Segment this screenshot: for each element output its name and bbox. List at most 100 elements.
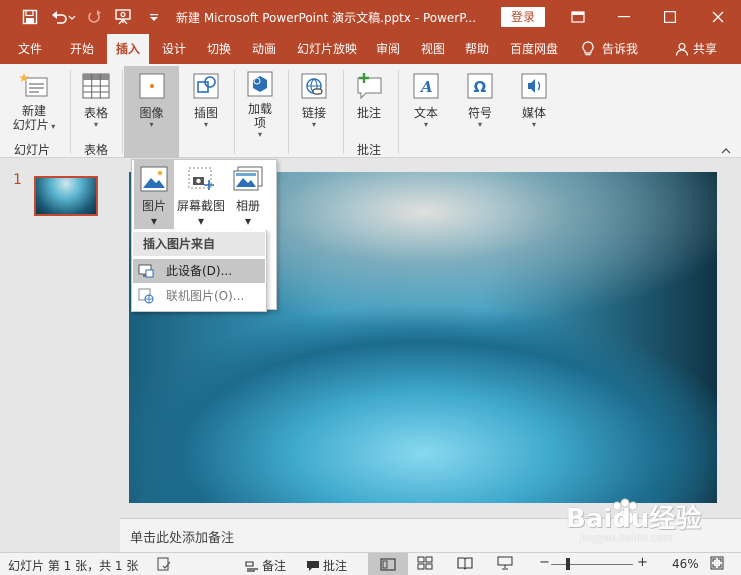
symbols-label: 符号 [467, 106, 492, 120]
redo-icon[interactable] [84, 7, 104, 27]
table-label: 表格 [83, 106, 108, 120]
addins-label: 加载 项 [247, 102, 272, 130]
zoom-slider-track[interactable] [551, 564, 633, 565]
status-bar: 幻灯片 第 1 张，共 1 张 备注 批注 − + 46% [0, 552, 741, 575]
tell-me-search[interactable]: 告诉我 [573, 34, 647, 64]
share-button[interactable]: 共享 [668, 34, 724, 64]
ribbon-separator [234, 70, 235, 154]
tab-file[interactable]: 文件 [8, 34, 52, 64]
ribbon-tab-bar: 文件 开始 插入 设计 切换 动画 幻灯片放映 审阅 视图 帮助 百度网盘 告诉… [0, 34, 741, 64]
images-button[interactable]: 图像 ▾ [124, 66, 179, 158]
collapse-ribbon-icon[interactable] [721, 146, 731, 157]
watermark-brand: Baidu经验 [566, 504, 702, 534]
tab-transitions[interactable]: 切换 [197, 34, 241, 64]
title-bar: 新建 Microsoft PowerPoint 演示文稿.pptx - Powe… [0, 0, 741, 34]
chevron-down-icon: ▾ [197, 214, 205, 228]
comment-icon [307, 560, 319, 571]
minimize-icon[interactable] [601, 0, 647, 34]
chevron-down-icon: ▾ [150, 214, 158, 228]
chevron-down-icon: ▾ [149, 120, 154, 129]
pictures-button[interactable]: 图片 ▾ [134, 160, 174, 229]
tab-design[interactable]: 设计 [152, 34, 196, 64]
photo-album-icon [233, 166, 263, 195]
media-button[interactable]: 媒体 ▾ [512, 68, 556, 138]
tell-me-label: 告诉我 [601, 42, 638, 56]
photo-album-button[interactable]: 相册 ▾ [229, 160, 267, 229]
table-icon [80, 70, 112, 102]
this-device-label: 此设备(D)... [166, 264, 233, 278]
comments-toggle-button[interactable]: 批注 [306, 557, 347, 574]
ribbon-separator [288, 70, 289, 154]
save-icon[interactable] [20, 7, 40, 27]
spellcheck-icon[interactable] [156, 556, 174, 572]
picture-icon [140, 166, 168, 195]
customize-toolbar-icon[interactable] [144, 7, 164, 27]
speaker-icon [518, 70, 550, 102]
ribbon-display-options-icon[interactable] [555, 0, 601, 34]
table-button[interactable]: 表格 ▾ [74, 68, 118, 138]
comment-label: 批注 [356, 106, 381, 120]
ribbon-separator [343, 70, 344, 154]
slide-thumbnail[interactable] [34, 176, 98, 216]
ribbon-insert: 新建 幻灯片 ▾ 幻灯片 表格 ▾ 表格 图像 ▾ 插图 ▾ 加载 项 ▾ 链接… [0, 64, 741, 158]
comments-toggle-label: 批注 [323, 559, 348, 573]
new-slide-button[interactable]: 新建 幻灯片 ▾ [6, 68, 62, 138]
undo-icon[interactable] [48, 7, 78, 27]
chevron-down-icon: ▾ [477, 120, 482, 129]
zoom-in-button[interactable]: + [637, 555, 648, 570]
chevron-down-icon: ▾ [311, 120, 316, 129]
new-slide-icon [18, 70, 50, 102]
images-label: 图像 [139, 106, 164, 120]
tab-help[interactable]: 帮助 [457, 34, 497, 64]
menu-item-online-pictures[interactable]: 联机图片(O)... [133, 284, 265, 308]
illustrations-button[interactable]: 插图 ▾ [184, 68, 228, 138]
link-icon [298, 70, 330, 102]
slide-count: 幻灯片 第 1 张，共 1 张 [8, 559, 139, 573]
tab-slideshow[interactable]: 幻灯片放映 [289, 34, 365, 64]
text-button[interactable]: A 文本 ▾ [404, 68, 448, 138]
slide-sorter-icon[interactable] [417, 556, 435, 572]
notes-icon [245, 560, 258, 572]
symbols-button[interactable]: Ω 符号 ▾ [458, 68, 502, 138]
tab-view[interactable]: 视图 [413, 34, 453, 64]
menu-item-this-device[interactable]: 此设备(D)... [133, 259, 265, 283]
zoom-out-button[interactable]: − [539, 555, 550, 570]
notes-placeholder: 单击此处添加备注 [130, 531, 235, 546]
chevron-down-icon: ▾ [257, 130, 262, 139]
addins-button[interactable]: 加载 项 ▾ [238, 68, 282, 139]
tab-review[interactable]: 审阅 [368, 34, 408, 64]
normal-view-button[interactable] [368, 553, 408, 575]
screenshot-button[interactable]: 屏幕截图 ▾ [176, 160, 226, 229]
maximize-icon[interactable] [647, 0, 693, 34]
links-button[interactable]: 链接 ▾ [292, 68, 336, 138]
comment-icon [353, 70, 385, 102]
ribbon-separator [122, 70, 123, 154]
zoom-level[interactable]: 46% [672, 557, 699, 571]
photo-album-label: 相册 [235, 199, 260, 213]
lightbulb-icon [582, 41, 594, 56]
notes-toggle-label: 备注 [262, 559, 287, 573]
tab-baidu-netdisk[interactable]: 百度网盘 [503, 34, 565, 64]
slideshow-view-icon[interactable] [497, 556, 515, 572]
window-title: 新建 Microsoft PowerPoint 演示文稿.pptx - Powe… [176, 11, 477, 25]
notes-toggle-button[interactable]: 备注 [245, 557, 286, 574]
login-button[interactable]: 登录 [501, 7, 545, 27]
baidu-jingyan-watermark: Baidu经验 jingyan.baidu.com [566, 494, 734, 550]
reading-view-icon[interactable] [457, 556, 475, 572]
tab-insert[interactable]: 插入 [107, 34, 149, 64]
close-icon[interactable] [695, 0, 741, 34]
computer-icon [138, 264, 154, 278]
start-slideshow-icon[interactable] [113, 7, 133, 27]
links-label: 链接 [301, 106, 326, 120]
new-comment-button[interactable]: 批注 [346, 68, 392, 138]
zoom-slider-thumb[interactable] [566, 558, 570, 570]
tab-animations[interactable]: 动画 [242, 34, 286, 64]
insert-picture-from-header: 插入图片来自 [133, 232, 265, 256]
chevron-down-icon: ▾ [531, 120, 536, 129]
share-label: 共享 [692, 42, 717, 56]
fit-to-window-icon[interactable] [710, 556, 728, 572]
svg-text:Ω: Ω [474, 78, 487, 96]
tab-home[interactable]: 开始 [60, 34, 104, 64]
text-icon: A [410, 70, 442, 102]
pictures-label: 图片 [141, 199, 166, 213]
